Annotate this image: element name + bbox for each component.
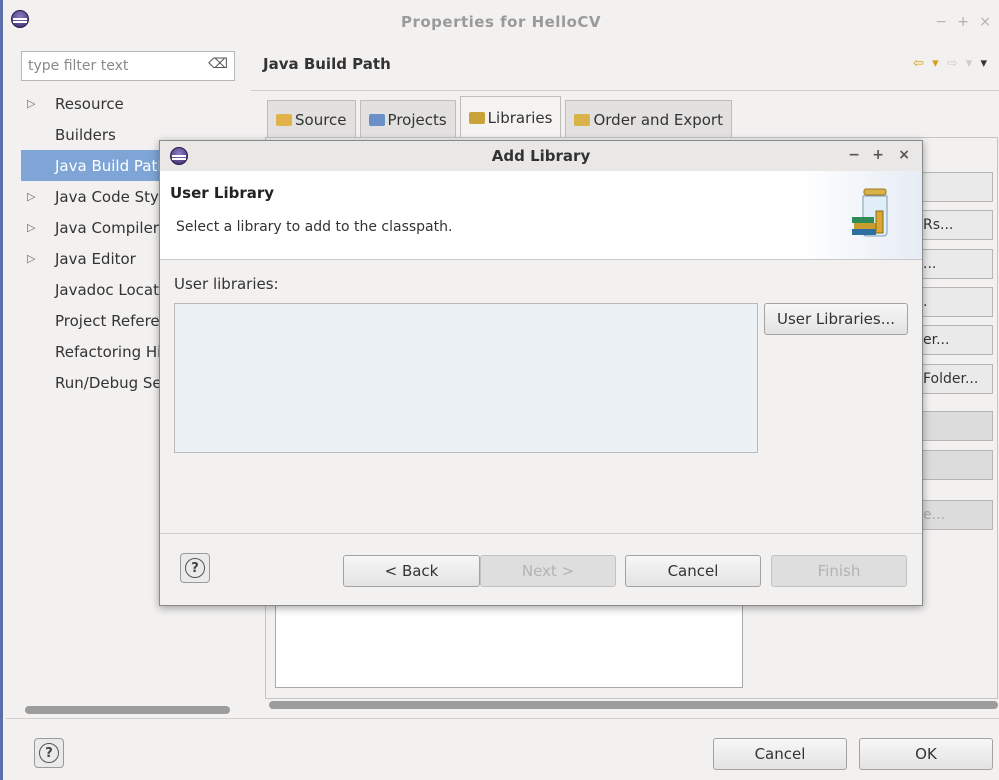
dialog-cancel-button[interactable]: Cancel [625, 555, 761, 587]
expand-arrow-icon[interactable]: ▷ [21, 97, 55, 110]
order-export-icon [574, 113, 591, 126]
close-icon[interactable]: × [979, 14, 991, 30]
migrate-jar-button[interactable]: e... [918, 500, 993, 530]
dialog-maximize-icon[interactable]: + [872, 147, 884, 163]
dialog-help-button[interactable]: ? [180, 553, 210, 583]
add-jars-button[interactable] [918, 172, 993, 202]
clear-filter-icon[interactable]: ⌫ [208, 56, 228, 72]
add-external-class-folder-button[interactable]: Folder... [918, 364, 993, 394]
minimize-icon[interactable]: − [935, 14, 947, 30]
add-variable-button[interactable]: ... [918, 249, 993, 279]
cancel-button[interactable]: Cancel [713, 738, 847, 770]
add-library-dialog: Add Library − + × User Library Select a … [159, 140, 923, 606]
tab-source[interactable]: Source [267, 100, 356, 138]
user-libraries-button[interactable]: User Libraries... [764, 303, 908, 335]
tree-item-resource[interactable]: ▷ Resource [21, 88, 249, 119]
libraries-tree[interactable] [275, 600, 743, 688]
filter-input[interactable]: type filter text ⌫ [21, 51, 235, 81]
build-path-tabs: Source Projects Libraries Order and Expo… [267, 96, 732, 138]
source-folder-icon [276, 113, 292, 126]
user-libraries-label: User libraries: [174, 275, 279, 293]
properties-window: Properties for HelloCV − + × type filter… [0, 0, 999, 780]
header-divider [251, 90, 999, 91]
expand-arrow-icon[interactable]: ▷ [21, 252, 55, 265]
dialog-close-icon[interactable]: × [898, 147, 910, 163]
tab-projects[interactable]: Projects [359, 100, 456, 138]
page-title: Java Build Path [263, 55, 391, 73]
library-jar-icon [852, 188, 888, 237]
tab-libraries[interactable]: Libraries [459, 96, 562, 138]
history-nav-icons[interactable]: ⇦ ▾ ⇨ ▾ ▾ [913, 56, 989, 71]
dialog-minimize-icon[interactable]: − [848, 147, 860, 163]
dialog-heading: User Library [170, 184, 275, 202]
expand-arrow-icon[interactable]: ▷ [21, 190, 55, 203]
projects-icon [368, 113, 385, 126]
dialog-divider [160, 533, 922, 534]
back-button[interactable]: < Back [343, 555, 480, 587]
eclipse-icon [170, 147, 188, 165]
filter-placeholder: type filter text [28, 58, 129, 74]
add-library-button[interactable]: . [918, 287, 993, 317]
maximize-icon[interactable]: + [957, 14, 969, 30]
right-horizontal-scrollbar[interactable] [269, 701, 998, 709]
edit-button[interactable] [918, 411, 993, 441]
window-titlebar: Properties for HelloCV − + × [3, 0, 999, 44]
finish-button[interactable]: Finish [771, 555, 907, 587]
left-horizontal-scrollbar[interactable] [25, 706, 230, 714]
dialog-banner: User Library Select a library to add to … [160, 171, 922, 260]
add-external-jars-button[interactable]: Rs... [918, 210, 993, 240]
dialog-title: Add Library [491, 147, 591, 165]
eclipse-icon [11, 10, 29, 28]
footer-divider [6, 718, 999, 719]
ok-button[interactable]: OK [859, 738, 993, 770]
expand-arrow-icon[interactable]: ▷ [21, 221, 55, 234]
tab-order-and-export[interactable]: Order and Export [565, 100, 732, 138]
dialog-titlebar: Add Library − + × [160, 141, 922, 171]
help-icon: ? [39, 743, 59, 763]
remove-button[interactable] [918, 450, 993, 480]
dialog-description: Select a library to add to the classpath… [176, 219, 453, 235]
window-title: Properties for HelloCV [400, 13, 602, 31]
user-libraries-list[interactable] [174, 303, 758, 453]
help-icon: ? [185, 558, 205, 578]
help-button[interactable]: ? [34, 738, 64, 768]
add-class-folder-button[interactable]: er... [918, 325, 993, 355]
next-button[interactable]: Next > [480, 555, 616, 587]
libraries-icon [468, 111, 485, 124]
